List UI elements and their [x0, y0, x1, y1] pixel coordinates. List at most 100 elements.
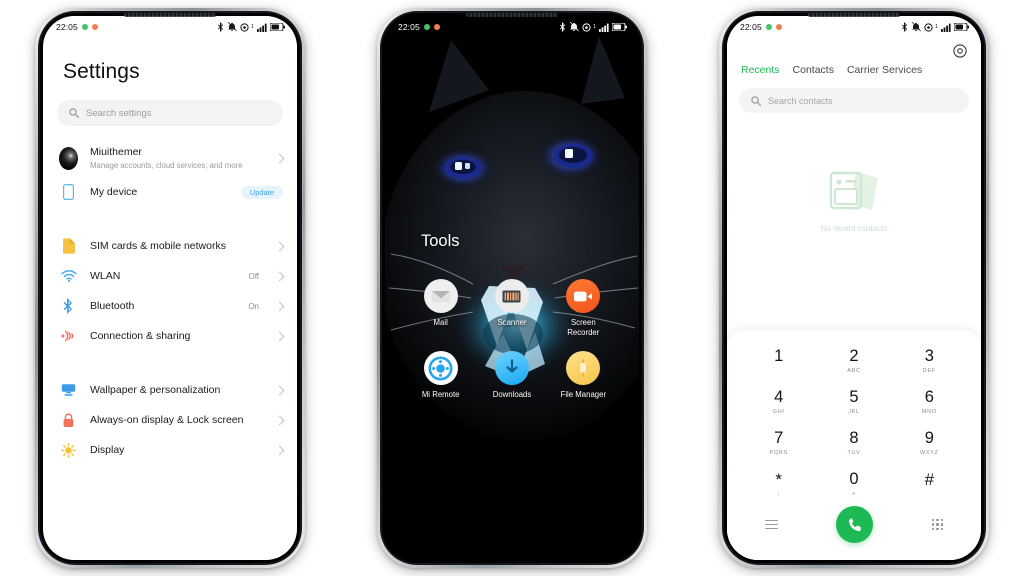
app-mi-remote[interactable]: Mi Remote — [405, 351, 476, 400]
lock-screen-text: Always-on display & Lock screen — [90, 414, 264, 427]
dialpad-key-hash[interactable]: # — [892, 465, 967, 504]
folder-tools[interactable]: Tools Mail Scanner Screen Recorder Mi Re… — [385, 232, 639, 400]
notification-dot-orange — [91, 24, 98, 30]
gear-icon[interactable] — [953, 44, 967, 58]
earpiece-speaker — [808, 13, 900, 17]
settings-row-wlan[interactable]: WLAN Off — [43, 261, 297, 291]
search-contacts-input[interactable]: Search contacts — [739, 88, 969, 113]
scanner-icon — [494, 279, 529, 313]
key-sublabel: TUV — [847, 449, 861, 456]
dialpad-key-6[interactable]: 6 MNO — [892, 383, 967, 422]
dialpad-key-7[interactable]: 7 PQRS — [741, 424, 816, 463]
app-screen-recorder[interactable]: Screen Recorder — [548, 279, 619, 337]
key-digit: 9 — [924, 429, 934, 448]
settings-row-label: Connection & sharing — [90, 329, 191, 342]
dialpad-key-4[interactable]: 4 GHI — [741, 383, 816, 422]
group-divider — [43, 351, 297, 362]
status-bar: 22:05 1 — [385, 16, 639, 38]
status-bar: 22:05 1 — [727, 16, 981, 38]
settings-row-bluetooth[interactable]: Bluetooth On — [43, 291, 297, 321]
signal-icon — [598, 23, 609, 32]
status-time: 22:05 — [740, 22, 762, 32]
search-placeholder: Search contacts — [768, 95, 833, 106]
battery-icon — [612, 23, 627, 31]
chevron-right-icon — [274, 445, 285, 456]
key-sublabel: + — [852, 490, 856, 497]
page-title: Settings — [63, 60, 140, 83]
screen-recorder-icon — [566, 279, 601, 313]
hamburger-menu-icon[interactable] — [765, 519, 778, 530]
phone-home: 22:05 1 Tools Mail Scanner Screen Record… — [377, 8, 647, 568]
bluetooth-value: On — [248, 301, 259, 311]
screen-settings: 22:05 1 Settings Search settings Miuithe… — [43, 16, 297, 560]
app-scanner[interactable]: Scanner — [476, 279, 547, 337]
chevron-right-icon — [274, 301, 285, 312]
connection-text: Connection & sharing — [90, 330, 264, 343]
settings-row-label: Always-on display & Lock screen — [90, 413, 244, 426]
tab-recents[interactable]: Recents — [741, 64, 780, 76]
call-button[interactable] — [836, 506, 874, 543]
notification-dot-orange — [433, 24, 440, 30]
dnd-icon — [227, 22, 238, 32]
settings-row-label: Wallpaper & personalization — [90, 383, 221, 396]
update-badge[interactable]: Update — [240, 185, 283, 200]
settings-row-connection-sharing[interactable]: Connection & sharing — [43, 321, 297, 351]
settings-row-account[interactable]: Miuithemer Manage accounts, cloud servic… — [43, 139, 297, 177]
settings-row-lock-screen[interactable]: Always-on display & Lock screen — [43, 405, 297, 435]
dialpad-key-2[interactable]: 2 ABC — [816, 342, 891, 381]
wlan-text: WLAN — [90, 270, 236, 283]
notification-dot-green — [81, 24, 88, 30]
dialpad-key-9[interactable]: 9 WXYZ — [892, 424, 967, 463]
dialpad-key-1[interactable]: 1 — [741, 342, 816, 381]
display-group: Wallpaper & personalization Always-on di… — [43, 375, 297, 465]
dialpad-keys: 1 2 ABC 3 DEF 4 GHI 5 JKL 6 MNO 7 PQRS 8 TUV 9W… — [741, 342, 967, 504]
folder-title: Tools — [421, 232, 460, 250]
app-downloads[interactable]: Downloads — [476, 351, 547, 400]
dialpad-key-3[interactable]: 3 DEF — [892, 342, 967, 381]
tab-carrier-services[interactable]: Carrier Services — [847, 64, 922, 76]
key-sublabel: GHI — [772, 408, 785, 415]
settings-row-display[interactable]: Display — [43, 435, 297, 465]
dialer-toolbar — [727, 38, 981, 58]
dialpad-icon[interactable] — [931, 518, 943, 531]
screen-dialer: 22:05 1 Recents Contacts Carrier Service… — [727, 16, 981, 560]
signal-icon — [256, 23, 267, 32]
app-label: Downloads — [492, 390, 532, 400]
account-subtitle: Manage accounts, cloud services, and mor… — [90, 161, 243, 171]
settings-row-wallpaper[interactable]: Wallpaper & personalization — [43, 375, 297, 405]
app-mail[interactable]: Mail — [405, 279, 476, 337]
settings-row-sim[interactable]: SIM cards & mobile networks — [43, 231, 297, 261]
lock-icon — [59, 413, 78, 428]
key-sublabel: WXYZ — [919, 449, 939, 456]
key-sublabel: , — [777, 491, 780, 497]
notification-dot-orange — [775, 24, 782, 30]
group-divider — [43, 207, 297, 218]
dialpad-key-8[interactable]: 8 TUV — [816, 424, 891, 463]
search-icon — [751, 95, 761, 106]
app-label: File Manager — [560, 390, 607, 400]
account-group: Miuithemer Manage accounts, cloud servic… — [43, 139, 297, 207]
app-file-manager[interactable]: File Manager — [548, 351, 619, 400]
key-digit: 5 — [849, 388, 859, 407]
settings-row-my-device[interactable]: My device Update — [43, 177, 297, 207]
settings-content: Settings Search settings Miuithemer Mana… — [43, 38, 297, 560]
dialpad-key-0[interactable]: 0 + — [816, 465, 891, 504]
sim-icon — [59, 238, 78, 255]
dialpad-key-5[interactable]: 5 JKL — [816, 383, 891, 422]
avatar — [59, 146, 78, 170]
search-input[interactable]: Search settings — [57, 100, 283, 126]
status-bar-left: 22:05 — [56, 22, 98, 32]
dialpad-key-star[interactable]: *, — [741, 465, 816, 504]
tab-contacts[interactable]: Contacts — [793, 64, 834, 76]
dialpad: 1 2 ABC 3 DEF 4 GHI 5 JKL 6 MNO 7 PQRS 8 TUV 9W… — [727, 330, 981, 560]
sim-text: SIM cards & mobile networks — [90, 240, 264, 253]
key-digit: 7 — [774, 429, 784, 448]
key-digit: 1 — [774, 347, 784, 366]
device-icon — [59, 184, 78, 201]
status-time: 22:05 — [56, 22, 78, 32]
search-icon — [69, 108, 79, 118]
chevron-right-icon — [274, 153, 285, 164]
key-digit: 3 — [924, 347, 934, 366]
app-label: Screen Recorder — [567, 318, 600, 337]
status-bar-right: 1 — [217, 22, 285, 32]
